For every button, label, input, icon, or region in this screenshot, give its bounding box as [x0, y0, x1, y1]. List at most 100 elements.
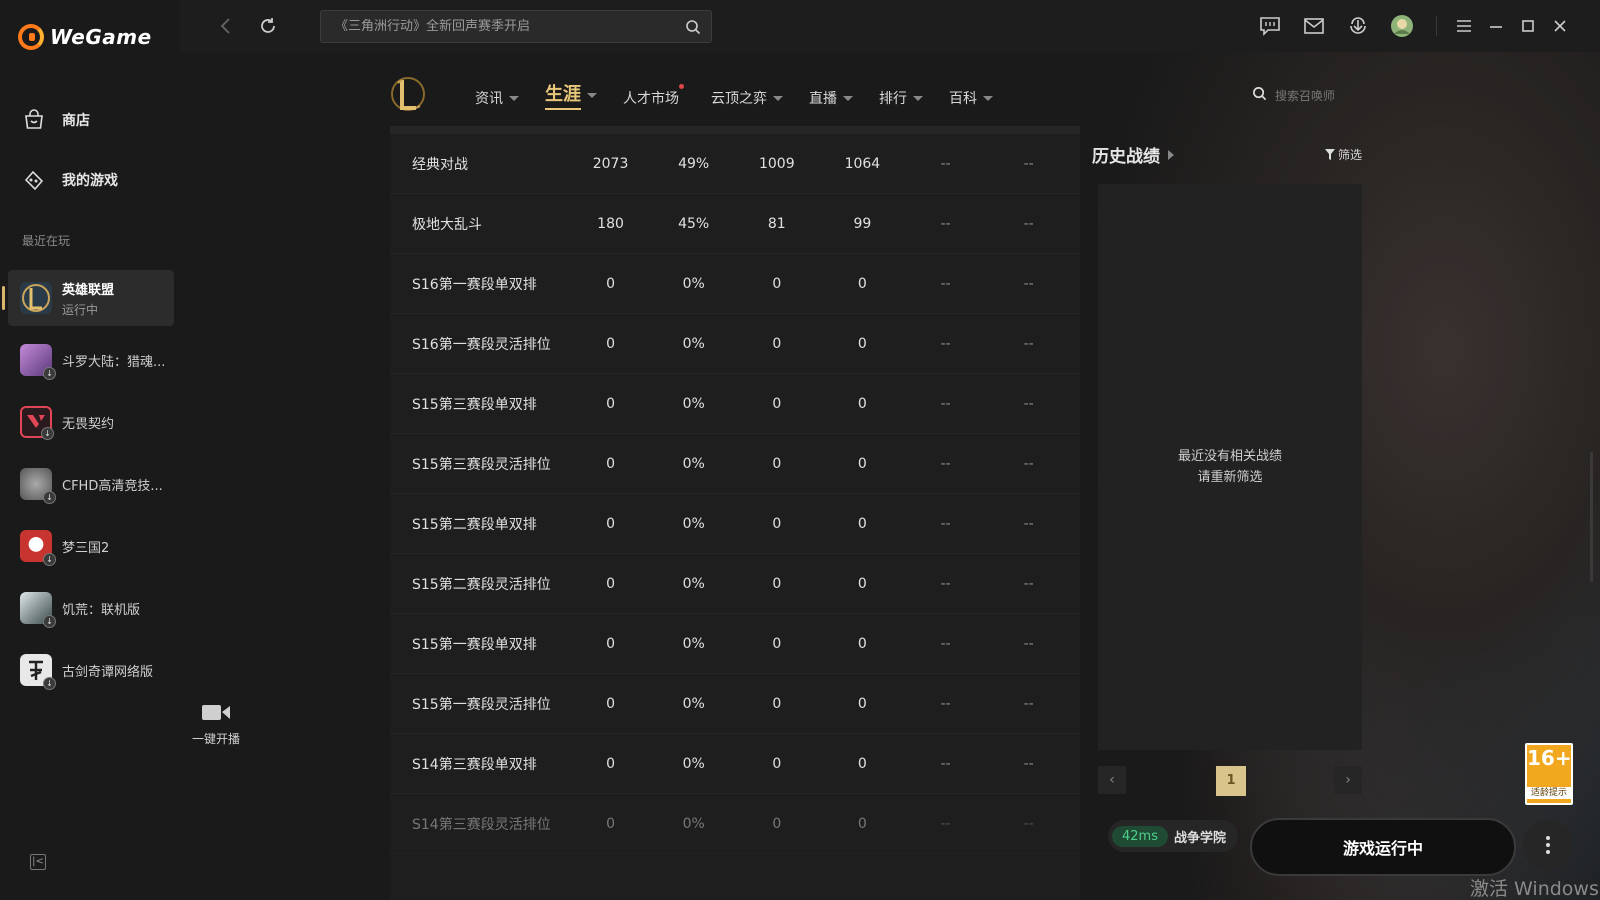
download-manager-icon[interactable]	[1346, 14, 1370, 38]
stat-cell: 0%	[682, 335, 705, 352]
stat-cell: 0	[606, 515, 615, 532]
divider	[1436, 16, 1437, 36]
close-icon[interactable]	[1548, 14, 1572, 38]
menu-icon[interactable]	[1452, 14, 1476, 38]
table-row: S14第三赛段灵活排位 0 0% 0 0 -- --	[390, 794, 1080, 854]
game-status: 运行中	[62, 302, 99, 317]
table-row: S14第三赛段单双排 0 0% 0 0 -- --	[390, 734, 1080, 794]
game-item[interactable]: ↓ 古剑奇谭网络版	[8, 642, 174, 698]
game-item[interactable]: ↓ 无畏契约	[8, 394, 174, 450]
more-options-icon[interactable]	[1523, 820, 1573, 870]
summoner-search-input[interactable]	[1275, 88, 1385, 103]
sidebar-item-my-games[interactable]: 我的游戏	[22, 168, 118, 192]
page-scrollbar[interactable]	[1590, 452, 1593, 582]
tab-talent-market[interactable]: 人才市场	[623, 84, 684, 110]
refresh-icon[interactable]	[256, 14, 280, 38]
stat-cell: 0	[606, 635, 615, 652]
chevron-right-icon	[1168, 149, 1174, 160]
game-item[interactable]: ↓ 斗罗大陆：猎魂...	[8, 332, 174, 388]
stat-cell: 0	[772, 755, 782, 772]
pagination: ‹ 1 ›	[1098, 764, 1362, 796]
stat-cell: 0	[772, 455, 782, 472]
table-row: S15第一赛段单双排 0 0% 0 0 -- --	[390, 614, 1080, 674]
page-number[interactable]: 1	[1216, 766, 1246, 796]
download-icon: ↓	[43, 553, 56, 566]
stat-cell: 0	[772, 575, 782, 592]
windows-activation-watermark: 激活 Windows	[1470, 878, 1599, 900]
table-row: S15第三赛段灵活排位 0 0% 0 0 -- --	[390, 434, 1080, 494]
top-search-box[interactable]	[320, 10, 712, 43]
maximize-icon[interactable]	[1516, 14, 1540, 38]
back-arrow-icon[interactable]	[214, 14, 238, 38]
minimize-icon[interactable]	[1484, 14, 1508, 38]
stat-cell: --	[940, 395, 951, 412]
one-click-stream-button[interactable]: 一键开播	[192, 702, 240, 747]
tab-news[interactable]: 资讯	[475, 86, 519, 110]
stat-cell: 0	[857, 635, 867, 652]
stat-cell: 81	[767, 215, 786, 232]
game-name: CFHD高清竞技...	[62, 478, 163, 494]
chevron-down-icon	[983, 95, 993, 101]
prev-page-icon[interactable]: ‹	[1098, 766, 1126, 794]
game-item[interactable]: ↓ 饥荒：联机版	[8, 580, 174, 636]
tab-wiki[interactable]: 百科	[949, 86, 993, 110]
stat-cell: 0	[772, 335, 782, 352]
next-page-icon[interactable]: ›	[1334, 766, 1362, 794]
tab-tft[interactable]: 云顶之弈	[711, 86, 783, 110]
mode-name-cell: S15第三赛段单双排	[412, 396, 537, 413]
server-selector[interactable]: 42ms 战争学院	[1108, 820, 1238, 852]
summoner-search[interactable]	[1252, 86, 1385, 105]
stat-cell: 0	[772, 695, 782, 712]
game-name: 古剑奇谭网络版	[62, 664, 154, 680]
avatar[interactable]	[1390, 14, 1414, 38]
stat-cell: 0	[606, 395, 615, 412]
collapse-sidebar-icon[interactable]: |<	[30, 854, 46, 870]
douluo-game-icon: ↓	[20, 344, 56, 380]
game-item-lol[interactable]: 英雄联盟 运行中	[2, 270, 174, 326]
dont-starve-game-icon: ↓	[20, 592, 56, 628]
lol-game-icon	[20, 282, 52, 314]
stat-cell: --	[1023, 395, 1034, 412]
table-row: S15第二赛段单双排 0 0% 0 0 -- --	[390, 494, 1080, 554]
table-row: 极地大乱斗 180 45% 81 99 -- --	[390, 194, 1080, 254]
stat-cell: --	[1023, 455, 1034, 472]
stat-cell: 0	[857, 815, 867, 832]
stat-cell: --	[1023, 815, 1034, 832]
stat-cell: 0	[857, 395, 867, 412]
stats-table: 经典对战 2073 49% 1009 1064 -- -- 极地大乱斗 180 45% 81 99 --…	[390, 126, 1080, 900]
search-icon[interactable]	[685, 19, 701, 39]
cfhd-game-icon: ↓	[20, 468, 56, 504]
filter-button[interactable]: 筛选	[1324, 146, 1362, 163]
stat-cell: --	[940, 755, 951, 772]
game-name: 梦三国2	[62, 540, 110, 556]
stat-cell: 0%	[682, 635, 705, 652]
download-icon: ↓	[43, 491, 56, 504]
sidebar-item-store[interactable]: 商店	[22, 108, 90, 132]
stat-cell: 0	[857, 335, 867, 352]
game-running-button[interactable]: 游戏运行中	[1250, 818, 1516, 876]
tab-live[interactable]: 直播	[809, 86, 853, 110]
stat-cell: --	[940, 575, 951, 592]
tab-ranking[interactable]: 排行	[879, 86, 923, 110]
chat-icon[interactable]	[1258, 14, 1282, 38]
top-search-input[interactable]	[335, 19, 675, 34]
download-icon: ↓	[43, 677, 56, 690]
wegame-logo[interactable]: WeGame	[18, 24, 152, 50]
lol-logo-icon[interactable]	[390, 74, 426, 114]
game-item[interactable]: ↓ 梦三国2	[8, 518, 174, 574]
stat-cell: --	[940, 815, 951, 832]
game-item[interactable]: ↓ CFHD高清竞技...	[8, 456, 174, 512]
stat-cell: --	[1023, 635, 1034, 652]
mode-name-cell: S16第一赛段灵活排位	[412, 336, 551, 353]
stat-cell: 0%	[682, 755, 705, 772]
stat-cell: 0	[772, 395, 782, 412]
gamepad-icon	[22, 168, 46, 192]
stat-cell: 1009	[758, 155, 795, 172]
mail-icon[interactable]	[1302, 14, 1326, 38]
stat-cell: --	[940, 515, 951, 532]
tab-career[interactable]: 生涯	[545, 80, 597, 110]
search-icon[interactable]	[1252, 86, 1267, 105]
history-title[interactable]: 历史战绩	[1092, 142, 1362, 167]
age-rating-badge: 16+ 适龄提示	[1525, 743, 1573, 805]
stat-cell: 0	[772, 275, 782, 292]
